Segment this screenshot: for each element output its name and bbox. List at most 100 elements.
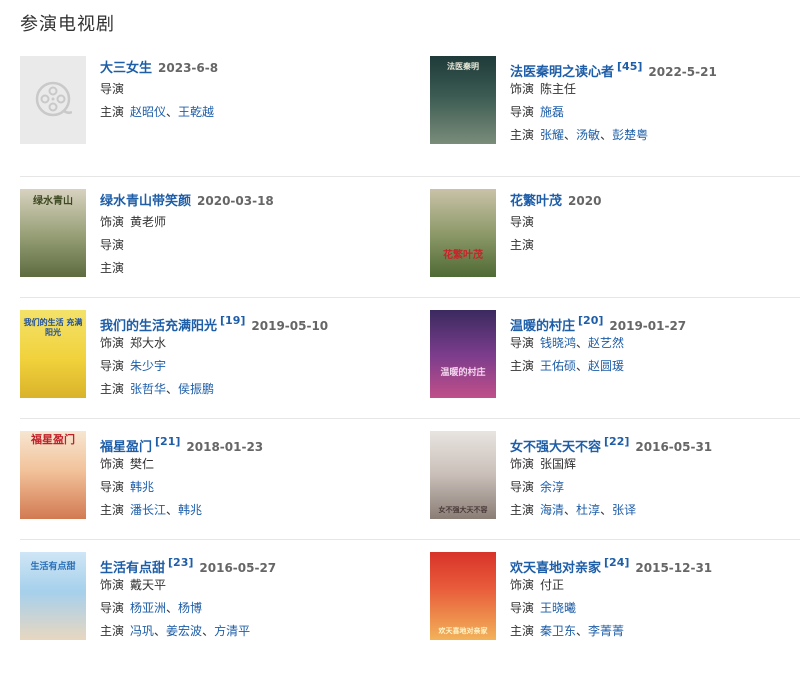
series-title-line: 福星盈门 [21] 2018-01-23 [100, 431, 390, 455]
director-line: 导演 余淳 [510, 480, 565, 494]
director-link[interactable]: 韩兆 [130, 480, 154, 494]
role-line: 饰演 樊仁 [100, 457, 155, 471]
series-title-line: 女不强大天不容 [22] 2016-05-31 [510, 431, 800, 455]
series-card: 女不强大天不容 女不强大天不容 [22] 2016-05-31 饰演 张国辉 导演 余淳… [430, 431, 800, 552]
role-line: 饰演 付正 [510, 578, 565, 592]
series-row: 大三女生 2023-6-8 导演 主演 赵昭仪、王乾越 法医秦明 法医秦明之读心者[… [20, 56, 800, 177]
series-title-link[interactable]: 花繁叶茂 [510, 194, 562, 209]
series-info: 温暖的村庄 [20] 2019-01-27 导演 钱晓鸿、赵艺然 主演 王佑硕、赵圆瑗 [510, 310, 800, 378]
release-date: 2019-01-27 [609, 319, 687, 333]
series-title-line: 绿水青山带笑颜 2020-03-18 [100, 189, 390, 211]
series-poster[interactable]: 欢天喜地对亲家 [430, 552, 496, 640]
release-date: 2020 [568, 194, 602, 208]
cast-link[interactable]: 侯振鹏 [178, 382, 214, 396]
release-date: 2020-03-18 [197, 194, 274, 208]
series-card: 花繁叶茂 花繁叶茂 2020 导演 主演 [430, 189, 800, 310]
series-row: 福星盈门 福星盈门 [21] 2018-01-23 饰演 樊仁 导演 韩兆 主演 潘长江、… [20, 419, 800, 540]
series-card: 欢天喜地对亲家 欢天喜地对亲家 [24] 2015-12-31 饰演 付正 导演 王晓曦… [430, 552, 800, 673]
series-row: 我们的生活 充满阳光 我们的生活充满阳光 [19] 2019-05-10 饰演 郑大水… [20, 298, 800, 419]
director-line: 导演 韩兆 [100, 480, 155, 494]
director-link[interactable]: 杨亚洲 [130, 601, 166, 615]
cast-line: 主演 潘长江、韩兆 [100, 503, 203, 517]
series-title-line: 我们的生活充满阳光 [19] 2019-05-10 [100, 310, 390, 334]
series-poster[interactable]: 生活有点甜 [20, 552, 86, 640]
director-line: 导演 王晓曦 [510, 601, 577, 615]
series-info: 花繁叶茂 2020 导演 主演 [510, 189, 800, 257]
film-reel-icon [35, 81, 72, 117]
series-title-link[interactable]: 绿水青山带笑颜 [100, 194, 191, 209]
series-poster-placeholder[interactable] [20, 56, 86, 144]
director-link[interactable]: 赵艺然 [588, 336, 624, 350]
cast-line: 主演 张耀、汤敏、彭楚粤 [510, 128, 649, 142]
cast-link[interactable]: 韩兆 [178, 503, 202, 517]
series-info: 女不强大天不容 [22] 2016-05-31 饰演 张国辉 导演 余淳 主演 海清、杜淳… [510, 431, 800, 522]
release-date: 2016-05-31 [635, 440, 713, 454]
cast-link[interactable]: 赵圆瑗 [588, 359, 624, 373]
release-date: 2019-05-10 [251, 319, 329, 333]
series-title-line: 花繁叶茂 2020 [510, 189, 800, 211]
director-line: 导演 杨亚洲、杨博 [100, 601, 203, 615]
director-link[interactable]: 王晓曦 [540, 601, 576, 615]
reference-link[interactable]: [20] [578, 314, 603, 327]
series-title-line: 生活有点甜 [23] 2016-05-27 [100, 552, 390, 576]
director-link[interactable]: 朱少宇 [130, 359, 166, 373]
cast-line: 主演 冯巩、姜宏波、方清平 [100, 624, 251, 638]
release-date: 2015-12-31 [635, 561, 713, 575]
section-title: 参演电视剧 [20, 14, 115, 35]
role-line: 饰演 郑大水 [100, 336, 167, 350]
series-info: 我们的生活充满阳光 [19] 2019-05-10 饰演 郑大水 导演 朱少宇 主演 张哲… [100, 310, 390, 401]
director-link[interactable]: 钱晓鸿 [540, 336, 576, 350]
tv-series-grid: 大三女生 2023-6-8 导演 主演 赵昭仪、王乾越 法医秦明 法医秦明之读心者[… [20, 56, 800, 661]
series-info: 绿水青山带笑颜 2020-03-18 饰演 黄老师 导演 主演 [100, 189, 390, 280]
director-line: 导演 施磊 [510, 105, 565, 119]
series-poster[interactable]: 我们的生活 充满阳光 [20, 310, 86, 398]
cast-link[interactable]: 赵昭仪 [130, 105, 166, 119]
reference-link[interactable]: [23] [168, 556, 193, 569]
series-poster[interactable]: 温暖的村庄 [430, 310, 496, 398]
director-line: 导演 [510, 215, 535, 229]
series-info: 生活有点甜 [23] 2016-05-27 饰演 戴天平 导演 杨亚洲、杨博 主演 冯巩、… [100, 552, 390, 643]
cast-link[interactable]: 汤敏 [576, 128, 600, 142]
series-row: 生活有点甜 生活有点甜 [23] 2016-05-27 饰演 戴天平 导演 杨亚洲、杨博… [20, 540, 800, 661]
reference-link[interactable]: [45] [617, 60, 642, 73]
cast-link[interactable]: 张耀 [540, 128, 564, 142]
cast-link[interactable]: 杜淳 [576, 503, 600, 517]
series-title-line: 欢天喜地对亲家 [24] 2015-12-31 [510, 552, 800, 576]
reference-link[interactable]: [21] [155, 435, 180, 448]
series-poster[interactable]: 福星盈门 [20, 431, 86, 519]
director-link[interactable]: 余淳 [540, 480, 564, 494]
reference-link[interactable]: [22] [604, 435, 629, 448]
series-title-link[interactable]: 大三女生 [100, 61, 152, 76]
series-title-line: 大三女生 2023-6-8 [100, 56, 390, 78]
cast-link[interactable]: 彭楚粤 [612, 128, 648, 142]
cast-line: 主演 秦卫东、李菁菁 [510, 624, 625, 638]
series-poster[interactable]: 绿水青山 [20, 189, 86, 277]
role-line: 饰演 张国辉 [510, 457, 577, 471]
cast-link[interactable]: 王佑硕 [540, 359, 576, 373]
director-line: 导演 钱晓鸿、赵艺然 [510, 336, 625, 350]
cast-line: 主演 王佑硕、赵圆瑗 [510, 359, 625, 373]
reference-link[interactable]: [19] [220, 314, 245, 327]
cast-line: 主演 [100, 261, 125, 275]
director-link[interactable]: 施磊 [540, 105, 564, 119]
role-line: 饰演 戴天平 [100, 578, 167, 592]
release-date: 2022-5-21 [648, 65, 717, 79]
director-link[interactable]: 杨博 [178, 601, 202, 615]
cast-link[interactable]: 海清 [540, 503, 564, 517]
series-poster[interactable]: 法医秦明 [430, 56, 496, 144]
cast-line: 主演 海清、杜淳、张译 [510, 503, 637, 517]
release-date: 2023-6-8 [158, 61, 219, 75]
series-poster[interactable]: 女不强大天不容 [430, 431, 496, 519]
reference-link[interactable]: [24] [604, 556, 629, 569]
cast-link[interactable]: 王乾越 [178, 105, 214, 119]
series-poster[interactable]: 花繁叶茂 [430, 189, 496, 277]
cast-link[interactable]: 潘长江 [130, 503, 166, 517]
series-row: 绿水青山 绿水青山带笑颜 2020-03-18 饰演 黄老师 导演 主演 花繁叶茂 [20, 177, 800, 298]
role-line: 饰演 陈主任 [510, 82, 577, 96]
series-info: 欢天喜地对亲家 [24] 2015-12-31 饰演 付正 导演 王晓曦 主演 秦卫东、李… [510, 552, 800, 643]
series-card: 福星盈门 福星盈门 [21] 2018-01-23 饰演 樊仁 导演 韩兆 主演 潘长江、… [20, 431, 390, 552]
cast-link[interactable]: 张哲华 [130, 382, 166, 396]
series-card: 法医秦明 法医秦明之读心者 [45] 2022-5-21 饰演 陈主任 导演 施磊 主演… [430, 56, 800, 177]
cast-link[interactable]: 张译 [612, 503, 636, 517]
director-line: 导演 [100, 238, 125, 252]
